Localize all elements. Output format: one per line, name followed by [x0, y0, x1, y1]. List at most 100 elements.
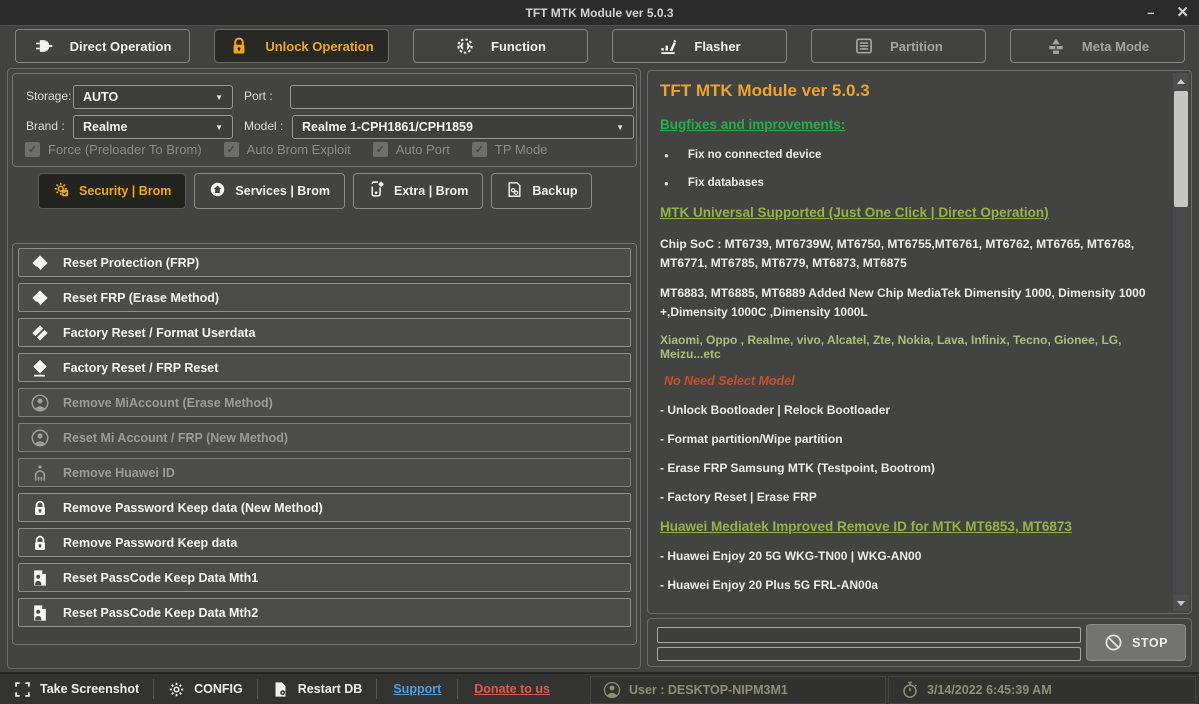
op-remove-miaccount-erase[interactable]: Remove MiAccount (Erase Method) [18, 388, 631, 417]
tab-label: Unlock Operation [265, 39, 373, 54]
scrollbar-thumb[interactable] [1174, 91, 1188, 207]
feature-line: - Format partition/Wipe partition [660, 432, 1169, 446]
partition-icon [854, 36, 874, 56]
feature-line: - Factory Reset | Erase FRP [660, 490, 1169, 504]
tab-direct-operation[interactable]: Direct Operation [15, 29, 190, 63]
user-status: User : DESKTOP-NIPM3M1 [590, 676, 886, 704]
model-label: Model : [244, 119, 283, 133]
op-remove-password-keep-data-new[interactable]: Remove Password Keep data (New Method) [18, 493, 631, 522]
changelog-scrollbar[interactable] [1173, 73, 1189, 611]
op-label: Reset FRP (Erase Method) [63, 291, 219, 305]
operations-panel: Storage: AUTO Port : Brand : Realme Mode… [7, 68, 641, 669]
screenshot-icon [14, 681, 31, 698]
op-factory-reset-frp-reset[interactable]: Factory Reset / FRP Reset [18, 353, 631, 382]
person-icon [31, 394, 49, 412]
device-config-group: Storage: AUTO Port : Brand : Realme Mode… [12, 73, 637, 167]
op-reset-mi-account-frp-new[interactable]: Reset Mi Account / FRP (New Method) [18, 423, 631, 452]
op-factory-reset-format-userdata[interactable]: Factory Reset / Format Userdata [18, 318, 631, 347]
restart-db-button[interactable]: Restart DB [258, 681, 377, 698]
checkbox-label: Force (Preloader To Brom) [48, 142, 202, 157]
title-bar: TFT MTK Module ver 5.0.3 – ✕ [0, 0, 1199, 26]
tab-label: Direct Operation [70, 39, 172, 54]
progress-bar-primary [657, 627, 1081, 643]
op-remove-password-keep-data[interactable]: Remove Password Keep data [18, 528, 631, 557]
brand-select[interactable]: Realme [73, 115, 233, 139]
person-doc-icon [31, 604, 49, 622]
subtab-backup[interactable]: Backup [491, 173, 592, 209]
donate-link[interactable]: Donate to us [458, 682, 566, 696]
subtab-services-brom[interactable]: Services | Brom [194, 173, 345, 209]
checkbox-icon [224, 142, 239, 157]
tab-function[interactable]: Function [413, 29, 588, 63]
op-label: Remove Password Keep data (New Method) [63, 501, 323, 515]
subtab-security-brom[interactable]: Security | Brom [38, 173, 186, 209]
config-button[interactable]: CONFIG [154, 681, 257, 698]
subtab-label: Services | Brom [235, 184, 330, 198]
person-doc-icon [31, 569, 49, 587]
checkbox-auto-brom-exploit[interactable]: Auto Brom Exploit [224, 142, 351, 157]
op-label: Factory Reset / FRP Reset [63, 361, 218, 375]
op-label: Reset Protection (FRP) [63, 256, 199, 270]
take-screenshot-button[interactable]: Take Screenshot [0, 681, 153, 698]
checkbox-force-preloader[interactable]: Force (Preloader To Brom) [25, 142, 202, 157]
main-toolbar: Direct Operation Unlock Operation Functi… [0, 27, 1199, 65]
changelog-content: TFT MTK Module ver 5.0.3 Bugfixes and im… [648, 71, 1175, 613]
doc-link-icon [506, 181, 523, 201]
support-link[interactable]: Support [377, 682, 457, 696]
huawei-id-icon [31, 464, 49, 482]
op-remove-huawei-id[interactable]: Remove Huawei ID [18, 458, 631, 487]
op-label: Remove MiAccount (Erase Method) [63, 396, 273, 410]
checkbox-icon [25, 142, 40, 157]
chip-soc-text: Chip SoC : MT6739, MT6739W, MT6750, MT67… [660, 235, 1169, 273]
meta-mode-icon [1046, 36, 1066, 56]
tab-flasher[interactable]: Flasher [612, 29, 787, 63]
scroll-up-arrow[interactable] [1173, 73, 1189, 89]
minimize-button[interactable]: – [1147, 6, 1154, 19]
user-label: User : DESKTOP-NIPM3M1 [629, 683, 788, 697]
checkbox-label: Auto Brom Exploit [247, 142, 351, 157]
changelog-panel: TFT MTK Module ver 5.0.3 Bugfixes and im… [647, 70, 1192, 614]
bugfixes-heading: Bugfixes and improvements: [660, 117, 1169, 132]
new-chips-text: MT6883, MT6885, MT6889 Added New Chip Me… [660, 284, 1169, 322]
op-reset-protection-frp[interactable]: Reset Protection (FRP) [18, 248, 631, 277]
storage-select[interactable]: AUTO [73, 85, 233, 109]
scroll-down-arrow[interactable] [1173, 595, 1189, 611]
storage-value: AUTO [83, 90, 118, 104]
progress-bar-secondary [657, 647, 1081, 661]
mtk-universal-heading: MTK Universal Supported (Just One Click … [660, 205, 1169, 220]
function-icon [455, 36, 475, 56]
subtab-extra-brom[interactable]: Extra | Brom [353, 173, 483, 209]
storage-label: Storage: [26, 89, 71, 103]
operations-list: Reset Protection (FRP) Reset FRP (Erase … [12, 243, 637, 645]
close-button[interactable]: ✕ [1176, 5, 1189, 20]
tab-meta-mode[interactable]: Meta Mode [1010, 29, 1185, 63]
eraser-icon [31, 254, 49, 272]
tab-partition[interactable]: Partition [811, 29, 986, 63]
eraser-slash-icon [31, 324, 49, 342]
port-label: Port : [244, 89, 273, 103]
op-reset-passcode-keep-data-mth1[interactable]: Reset PassCode Keep Data Mth1 [18, 563, 631, 592]
port-input[interactable] [290, 85, 634, 109]
stop-button[interactable]: STOP [1086, 624, 1186, 661]
op-reset-passcode-keep-data-mth2[interactable]: Reset PassCode Keep Data Mth2 [18, 598, 631, 627]
model-select[interactable]: Realme 1-CPH1861/CPH1859 [292, 115, 634, 139]
op-label: Reset Mi Account / FRP (New Method) [63, 431, 288, 445]
checkbox-tp-mode[interactable]: TP Mode [472, 142, 548, 157]
feature-line: - Erase FRP Samsung MTK (Testpoint, Boot… [660, 461, 1169, 475]
restart-db-icon [272, 681, 289, 698]
checkbox-auto-port[interactable]: Auto Port [373, 142, 450, 157]
gear-check-icon [53, 181, 70, 201]
tab-label: Flasher [694, 39, 740, 54]
checkbox-label: TP Mode [495, 142, 548, 157]
op-label: Remove Huawei ID [63, 466, 175, 480]
tab-label: Function [491, 39, 546, 54]
eraser-line-icon [31, 359, 49, 377]
person-icon [31, 429, 49, 447]
subtab-label: Backup [532, 184, 577, 198]
stop-label: STOP [1132, 636, 1168, 650]
op-reset-frp-erase[interactable]: Reset FRP (Erase Method) [18, 283, 631, 312]
op-label: Reset PassCode Keep Data Mth2 [63, 606, 258, 620]
flasher-icon [658, 36, 678, 56]
tab-unlock-operation[interactable]: Unlock Operation [214, 29, 389, 63]
stop-prohibition-icon [1104, 633, 1123, 652]
